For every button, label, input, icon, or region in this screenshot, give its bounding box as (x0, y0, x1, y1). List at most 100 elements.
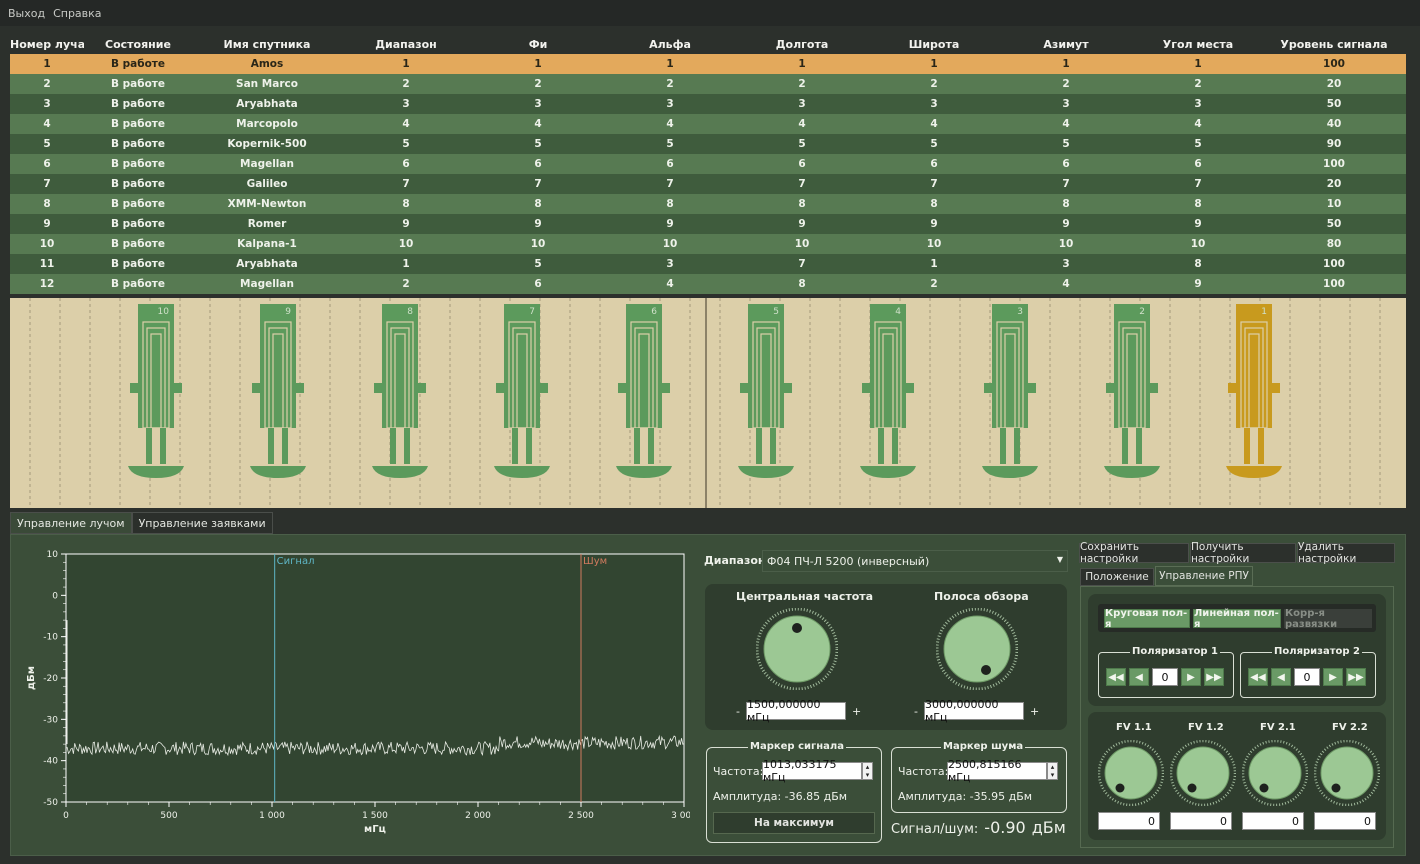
beam-visualization: 10 9 8 7 6 5 4 3 2 1 (10, 298, 1406, 508)
get-settings-button[interactable]: Получить настройки (1190, 541, 1296, 565)
fv-input[interactable]: 0 (1098, 812, 1160, 830)
beam-1[interactable]: 1 (1226, 304, 1282, 478)
polarizer1-next-button[interactable]: ▶ (1181, 668, 1201, 686)
chevron-down-icon: ▼ (1056, 555, 1063, 564)
column-header[interactable]: Уровень сигнала (1262, 38, 1406, 51)
span-input[interactable]: 3000,000000 мГц (924, 698, 1024, 724)
center-freq-input[interactable]: 1500,000000 мГц (746, 698, 846, 724)
column-header[interactable]: Фи (470, 38, 606, 51)
range-select[interactable]: Ф04 ПЧ-Л 5200 (инверсный) ▼ (762, 550, 1068, 572)
fv-input[interactable]: 0 (1170, 812, 1232, 830)
column-header[interactable]: Долгота (734, 38, 870, 51)
center-freq-knob[interactable] (756, 608, 838, 690)
table-cell: 10 (662, 238, 678, 250)
table-row[interactable]: 2 В работе San Marco 2 2 2 2 2 2 2 20 (10, 74, 1406, 94)
signal-freq-spinner[interactable]: ▴ ▾ (862, 762, 873, 780)
polarizer1-last-button[interactable]: ▶▶ (1204, 668, 1224, 686)
table-cell: 100 (1323, 258, 1345, 270)
polarizer2-prev-button[interactable]: ◀ (1271, 668, 1291, 686)
beam-4[interactable]: 4 (860, 304, 916, 478)
polarizer1-prev-button[interactable]: ◀ (1129, 668, 1149, 686)
save-settings-button[interactable]: Сохранить настройки (1079, 541, 1189, 565)
table-cell: 6 (43, 158, 51, 170)
column-header[interactable]: Альфа (606, 38, 734, 51)
menu-help[interactable]: Справка (53, 7, 101, 20)
fv-knob[interactable] (1314, 740, 1380, 806)
polarizer2-next-button[interactable]: ▶ (1323, 668, 1343, 686)
menu-exit[interactable]: Выход (8, 7, 45, 20)
span-plus[interactable]: + (1030, 705, 1039, 718)
table-row[interactable]: 10 В работе Kalpana-1 10 10 10 10 10 10 10 80 (10, 234, 1406, 254)
tab-requests[interactable]: Управление заявками (131, 512, 273, 534)
beam-7[interactable]: 7 (494, 304, 550, 478)
center-freq-plus[interactable]: + (852, 705, 861, 718)
tab-beam-control[interactable]: Управление лучом (10, 512, 132, 534)
tab-rpu-control[interactable]: Управление РПУ (1155, 566, 1253, 586)
column-header[interactable]: Азимут (998, 38, 1134, 51)
table-cell: 2 (930, 78, 938, 90)
column-header[interactable]: Состояние (84, 38, 192, 51)
fv-knob[interactable] (1242, 740, 1308, 806)
beam-9[interactable]: 9 (250, 304, 306, 478)
polarizer1-input[interactable]: 0 (1152, 668, 1178, 686)
polarizer2-first-button[interactable]: ◀◀ (1248, 668, 1268, 686)
table-cell: 7 (930, 178, 938, 190)
table-cell: 6 (534, 278, 542, 290)
column-header[interactable]: Имя спутника (192, 38, 342, 51)
table-row[interactable]: 7 В работе Galileo 7 7 7 7 7 7 7 20 (10, 174, 1406, 194)
table-row[interactable]: 12 В работе Magellan 2 6 4 8 2 4 9 100 (10, 274, 1406, 294)
table-cell: 2 (1062, 78, 1070, 90)
table-row[interactable]: 5 В работе Kopernik-500 5 5 5 5 5 5 5 90 (10, 134, 1406, 154)
noise-freq-spinner[interactable]: ▴ ▾ (1047, 762, 1058, 780)
table-cell: 100 (1323, 278, 1345, 290)
fv-input[interactable]: 0 (1314, 812, 1376, 830)
fv-label: FV 2.1 (1260, 722, 1296, 733)
beam-6[interactable]: 6 (616, 304, 672, 478)
span-knob[interactable] (936, 608, 1018, 690)
table-cell: 2 (402, 278, 410, 290)
table-row[interactable]: 3 В работе Aryabhata 3 3 3 3 3 3 3 50 (10, 94, 1406, 114)
signal-freq-input[interactable]: 1013,033175 мГц (762, 758, 862, 784)
span-minus[interactable]: - (914, 705, 918, 718)
center-freq-minus[interactable]: - (736, 705, 740, 718)
beam-2[interactable]: 2 (1104, 304, 1160, 478)
y-tick-label: 0 (52, 591, 58, 601)
table-row[interactable]: 8 В работе XMM-Newton 8 8 8 8 8 8 8 10 (10, 194, 1406, 214)
beam-table: Номер луча Состояние Имя спутника Диапазон Ф… (10, 34, 1406, 294)
table-row[interactable]: 11 В работе Aryabhata 1 5 3 7 1 3 8 100 (10, 254, 1406, 274)
fv-knob[interactable] (1098, 740, 1164, 806)
circular-pol-button[interactable]: Круговая пол-я (1104, 608, 1190, 630)
table-cell: В работе (110, 178, 165, 190)
column-header[interactable]: Угол места (1134, 38, 1262, 51)
tab-position[interactable]: Положение (1080, 568, 1154, 586)
polarizer2-input[interactable]: 0 (1294, 668, 1320, 686)
to-max-button[interactable]: На максимум (713, 812, 875, 834)
noise-freq-input[interactable]: 2500,815166 мГц (947, 758, 1047, 784)
column-header[interactable]: Широта (870, 38, 998, 51)
linear-pol-button[interactable]: Линейная пол-я (1193, 608, 1281, 630)
table-cell: В работе (110, 198, 165, 210)
beam-5[interactable]: 5 (738, 304, 794, 478)
fv-input[interactable]: 0 (1242, 812, 1304, 830)
column-header[interactable]: Номер луча (10, 38, 84, 51)
delete-settings-button[interactable]: Удалить настройки (1297, 541, 1395, 565)
polarizer1-first-button[interactable]: ◀◀ (1106, 668, 1126, 686)
table-cell: 3 (534, 98, 542, 110)
plot-area[interactable] (65, 553, 685, 803)
table-row[interactable]: 4 В работе Marcopolo 4 4 4 4 4 4 4 40 (10, 114, 1406, 134)
y-tick-label: -50 (43, 798, 58, 808)
fv-label: FV 1.1 (1116, 722, 1152, 733)
y-tick-label: -10 (43, 633, 58, 643)
table-row[interactable]: 1 В работе Amos 1 1 1 1 1 1 1 100 (10, 54, 1406, 74)
polarizer2-last-button[interactable]: ▶▶ (1346, 668, 1366, 686)
table-cell: В работе (110, 118, 165, 130)
fv-knob[interactable] (1170, 740, 1236, 806)
fv-label: FV 1.2 (1188, 722, 1224, 733)
column-header[interactable]: Диапазон (342, 38, 470, 51)
table-cell: В работе (110, 278, 165, 290)
table-cell: 7 (666, 178, 674, 190)
table-row[interactable]: 6 В работе Magellan 6 6 6 6 6 6 6 100 (10, 154, 1406, 174)
beam-10[interactable]: 10 (128, 304, 184, 478)
decoupling-correction-button[interactable]: Корр-я развязки (1284, 608, 1372, 630)
table-row[interactable]: 9 В работе Romer 9 9 9 9 9 9 9 50 (10, 214, 1406, 234)
